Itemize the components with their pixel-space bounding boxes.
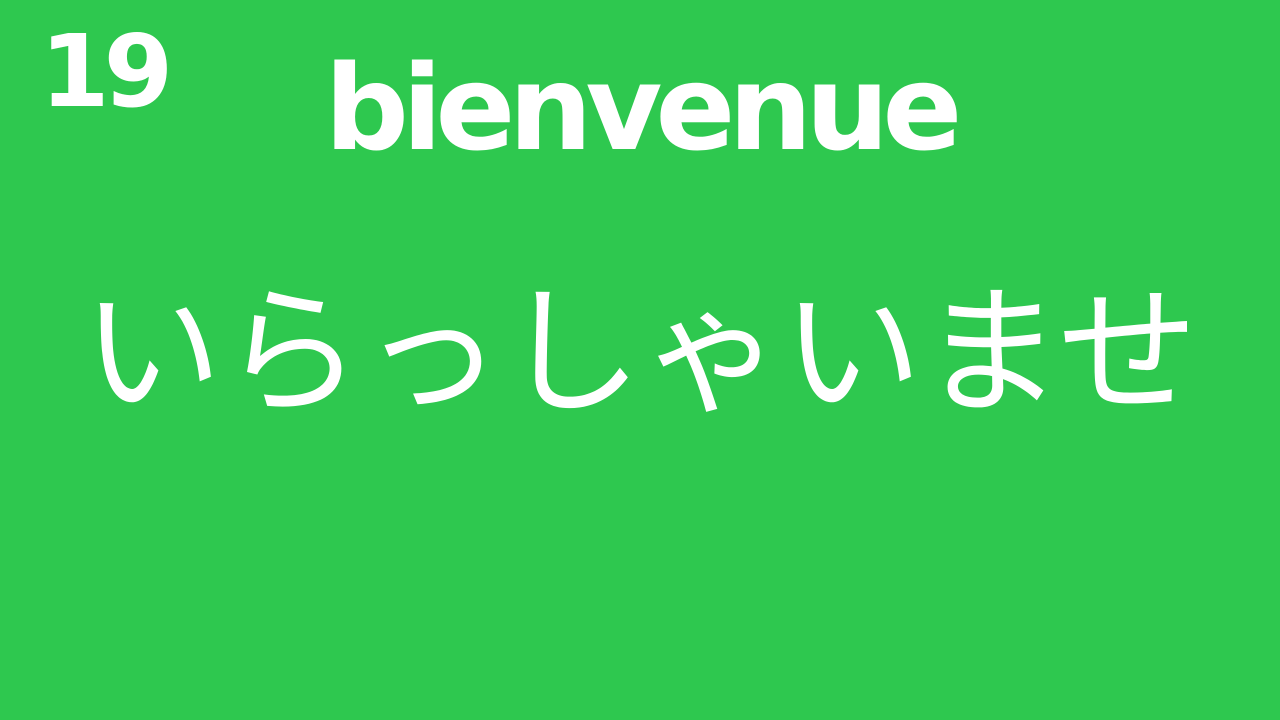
japanese-word: いらっしゃいませ: [82, 272, 1198, 435]
french-word: bienvenue: [324, 39, 963, 177]
slide-canvas: 19 bienvenue いらっしゃいませ: [0, 0, 1280, 720]
